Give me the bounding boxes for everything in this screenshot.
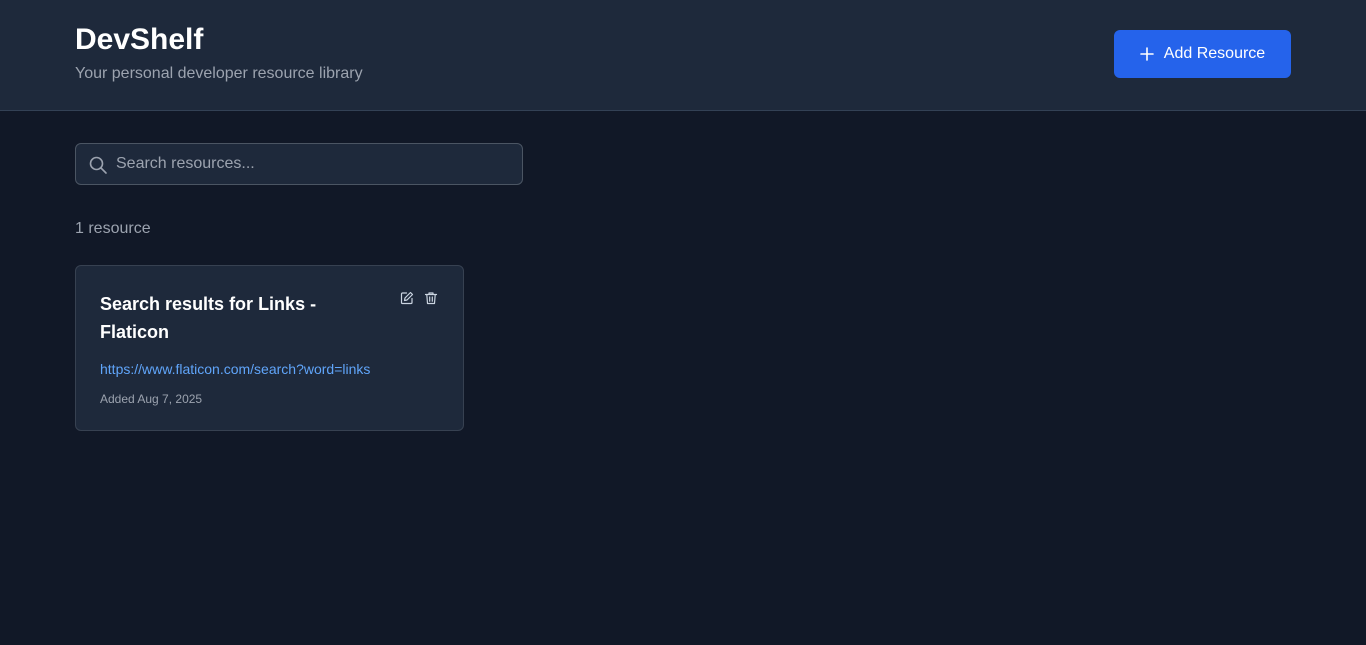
card-actions [400,291,438,305]
resource-card: Search results for Links - Flaticon http… [75,265,464,431]
resource-title: Search results for Links - Flaticon [100,294,317,342]
resource-count: 1 resource [75,220,151,237]
add-resource-label: Add Resource [1163,45,1266,62]
resource-date: Added Aug 7, 2025 [100,392,203,406]
resource-link[interactable]: https://www.flaticon.com/search?word=lin… [100,360,370,378]
trash-icon[interactable] [424,291,438,305]
edit-icon[interactable] [400,291,414,305]
search-input[interactable] [116,144,516,184]
search-icon [89,156,107,174]
app-title: DevShelf [75,23,204,56]
app-subtitle: Your personal developer resource library [75,65,363,82]
app-header: DevShelf Your personal developer resourc… [0,0,1366,111]
search-box [75,143,523,185]
plus-icon [1139,47,1154,61]
add-resource-button[interactable]: Add Resource [1114,30,1291,78]
